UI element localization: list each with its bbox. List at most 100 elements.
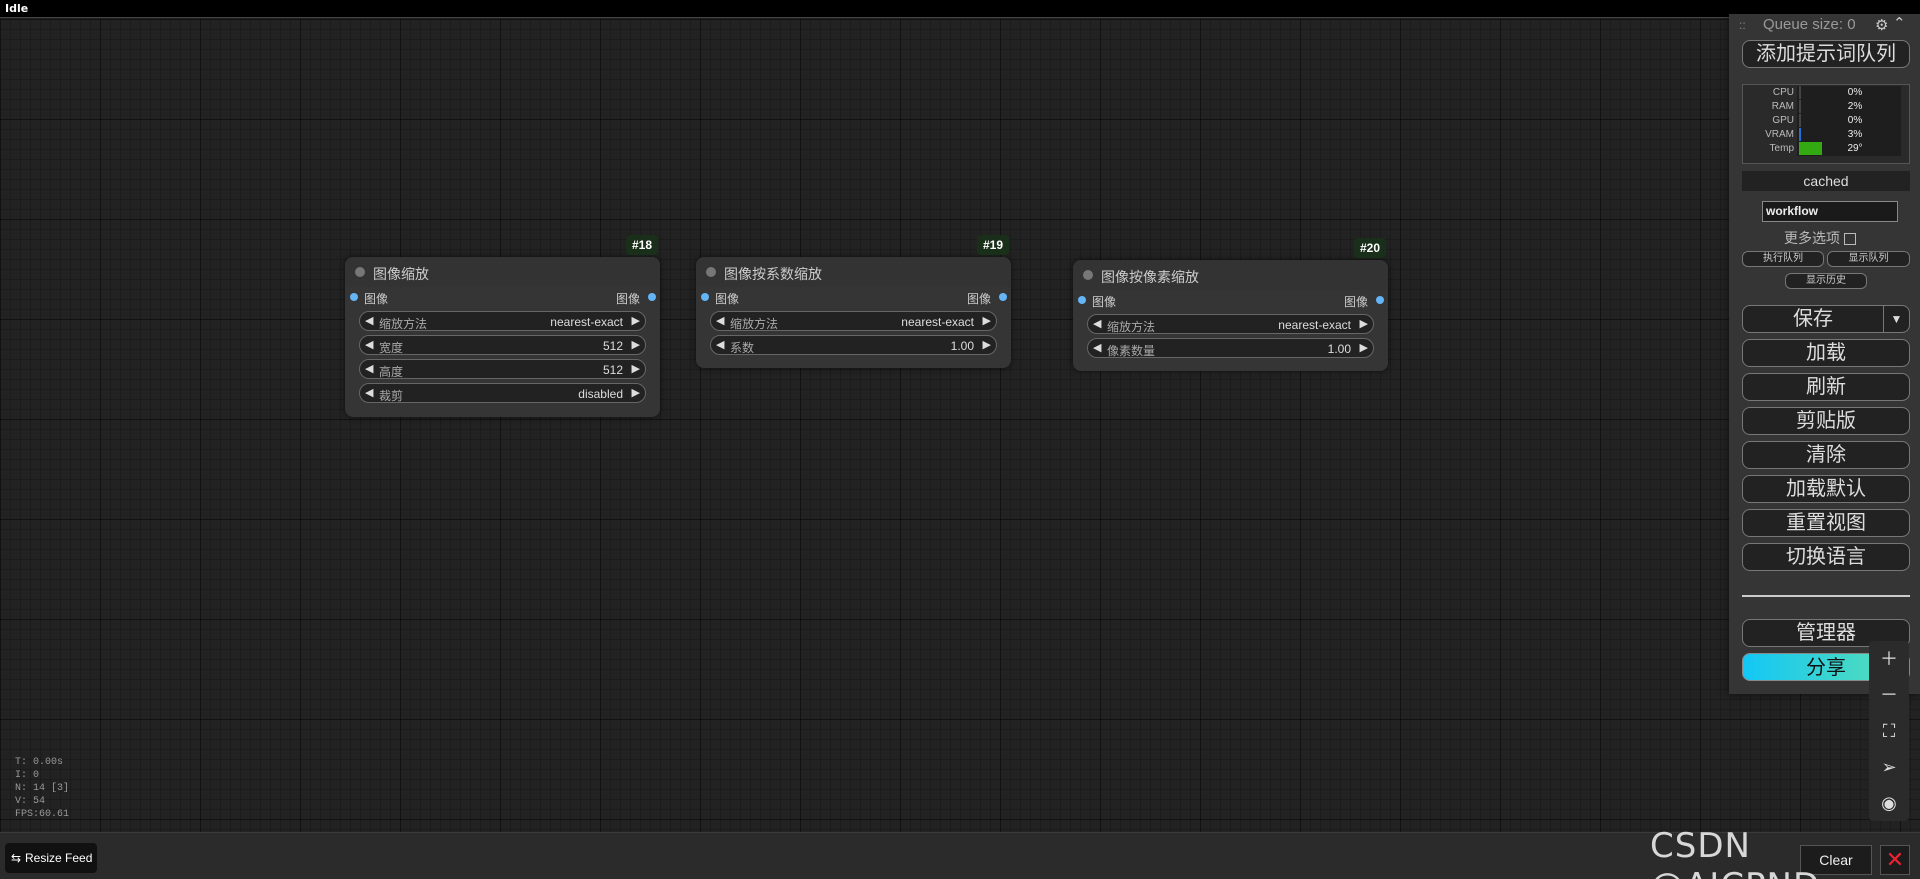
increment-arrow-icon[interactable]: ▶ [632,338,640,351]
monitor-key: RAM [1771,101,1794,112]
reset-view-button[interactable]: 重置视图 [1742,509,1910,537]
save-button[interactable]: 保存 [1743,306,1883,332]
increment-arrow-icon[interactable]: ▶ [1360,317,1368,330]
widget-label: 系数 [730,341,755,355]
input-label: 图像 [364,292,389,306]
execute-queue-button[interactable]: 执行队列 [1742,251,1824,267]
node-id-badge: #19 [976,235,1009,255]
show-queue-button[interactable]: 显示队列 [1827,251,1910,267]
monitor-bar [1799,114,1801,127]
widget-megapixels[interactable]: ◀ 像素数量 1.00 ▶ [1087,338,1374,358]
output-label: 图像 [615,292,640,306]
increment-arrow-icon[interactable]: ▶ [983,314,991,327]
input-slot[interactable] [701,293,709,301]
more-options-toggle[interactable]: 更多选项 [1784,228,1856,248]
widget-label: 像素数量 [1107,344,1156,358]
decrement-arrow-icon[interactable]: ◀ [365,314,373,327]
cached-status: cached [1742,171,1910,191]
node-canvas[interactable] [0,19,1920,832]
decrement-arrow-icon[interactable]: ◀ [716,314,724,327]
collapse-dot[interactable] [355,267,365,277]
collapse-caret-icon[interactable]: ⌃ [1893,14,1906,32]
widget-crop[interactable]: ◀ 裁剪 disabled ▶ [359,383,646,403]
more-options-checkbox[interactable] [1844,233,1856,246]
locate-icon[interactable]: ➢ [1869,749,1909,785]
queue-prompt-button[interactable]: 添加提示词队列 [1742,40,1910,68]
node-id-badge: #18 [625,235,658,255]
decrement-arrow-icon[interactable]: ◀ [1093,341,1101,354]
zoom-in-icon[interactable]: ＋ [1869,641,1909,677]
show-history-button[interactable]: 显示历史 [1785,273,1867,289]
sliders-icon: ⇆ [11,851,22,865]
load-button[interactable]: 加载 [1742,339,1910,367]
node-title: 图像缩放 [373,266,429,282]
collapse-dot[interactable] [1083,270,1093,280]
status-bar: Idle [0,0,1920,18]
fit-view-icon[interactable]: ⛶ [1869,713,1909,749]
side-menu: :: Queue size: 0 ⚙ ⌃ 添加提示词队列 CPU 0% RAM … [1729,14,1920,694]
status-text: Idle [5,2,29,15]
node-image-scale[interactable]: #18 图像缩放 图像 图像 ◀ 缩放方法 nearest-exact ▶ ◀ … [345,235,660,417]
increment-arrow-icon[interactable]: ▶ [632,314,640,327]
widget-height[interactable]: ◀ 高度 512 ▶ [359,359,646,379]
increment-arrow-icon[interactable]: ▶ [632,362,640,375]
decrement-arrow-icon[interactable]: ◀ [365,338,373,351]
node-header[interactable]: 图像缩放 [345,257,660,287]
decrement-arrow-icon[interactable]: ◀ [365,362,373,375]
menu-divider [1742,595,1910,597]
clipspace-button[interactable]: 剪贴版 [1742,407,1910,435]
monitor-bar [1799,142,1822,155]
save-button-group: 保存 ▼ [1742,305,1910,333]
switch-language-button[interactable]: 切换语言 [1742,543,1910,571]
monitor-row-temp: Temp 29° [1743,142,1911,156]
node-header[interactable]: 图像按系数缩放 [696,257,1011,287]
increment-arrow-icon[interactable]: ▶ [1360,341,1368,354]
monitor-row-gpu: GPU 0% [1743,114,1911,128]
node-header[interactable]: 图像按像素缩放 [1073,260,1388,290]
decrement-arrow-icon[interactable]: ◀ [1093,317,1101,330]
refresh-button[interactable]: 刷新 [1742,373,1910,401]
chevron-down-icon[interactable]: ▼ [1883,306,1909,332]
widget-value: disabled [578,387,623,401]
zoom-out-icon[interactable]: － [1869,677,1909,713]
widget-value: nearest-exact [550,315,623,329]
monitor-row-ram: RAM 2% [1743,100,1911,114]
widget-scale-by[interactable]: ◀ 系数 1.00 ▶ [710,335,997,355]
node-title: 图像按系数缩放 [724,266,822,282]
resize-feed-button[interactable]: ⇆ Resize Feed [5,843,97,873]
node-image-scale-by[interactable]: #19 图像按系数缩放 图像 图像 ◀ 缩放方法 nearest-exact ▶… [696,235,1011,368]
workflow-name-input[interactable]: workflow [1762,201,1898,222]
monitor-bar [1799,100,1801,113]
stat-i: I: 0 [15,770,40,781]
gear-icon[interactable]: ⚙ [1875,16,1888,34]
drag-handle-icon[interactable]: :: [1739,18,1746,32]
node-image-scale-to-pixels[interactable]: #20 图像按像素缩放 图像 图像 ◀ 缩放方法 nearest-exact ▶… [1073,238,1388,371]
queue-size: Queue size: 0 [1763,16,1856,33]
more-options-label: 更多选项 [1784,230,1840,246]
widget-upscale-method[interactable]: ◀ 缩放方法 nearest-exact ▶ [1087,314,1374,334]
widget-upscale-method[interactable]: ◀ 缩放方法 nearest-exact ▶ [359,311,646,331]
clear-workflow-button[interactable]: 清除 [1742,441,1910,469]
decrement-arrow-icon[interactable]: ◀ [716,338,724,351]
increment-arrow-icon[interactable]: ▶ [983,338,991,351]
output-slot[interactable] [999,293,1007,301]
widget-label: 缩放方法 [1107,320,1156,334]
collapse-dot[interactable] [706,267,716,277]
widget-value: 1.00 [1327,342,1351,356]
input-slot[interactable] [1078,296,1086,304]
widget-upscale-method[interactable]: ◀ 缩放方法 nearest-exact ▶ [710,311,997,331]
increment-arrow-icon[interactable]: ▶ [632,386,640,399]
load-default-button[interactable]: 加载默认 [1742,475,1910,503]
input-slot[interactable] [350,293,358,301]
widget-width[interactable]: ◀ 宽度 512 ▶ [359,335,646,355]
monitor-value: 0% [1847,87,1863,98]
render-stats: T: 0.00s I: 0 N: 14 [3] V: 54 FPS:60.61 [15,756,69,821]
output-slot[interactable] [648,293,656,301]
decrement-arrow-icon[interactable]: ◀ [365,386,373,399]
monitor-bar [1799,128,1801,141]
widget-value: nearest-exact [1278,318,1351,332]
output-slot[interactable] [1376,296,1384,304]
node-title: 图像按像素缩放 [1101,269,1199,285]
eye-icon[interactable]: ◉ [1869,785,1909,821]
output-label: 图像 [966,292,991,306]
